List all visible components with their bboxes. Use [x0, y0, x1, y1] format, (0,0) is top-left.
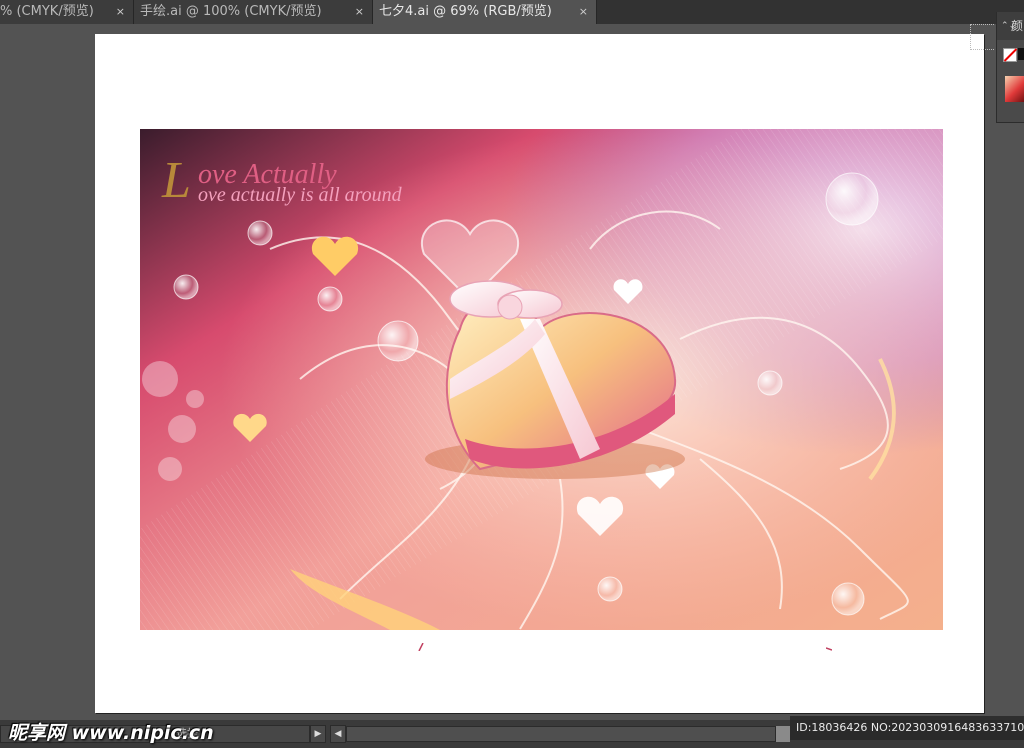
scroll-left-button[interactable]: ◀	[330, 725, 346, 743]
tab-close-icon[interactable]: ×	[116, 0, 125, 24]
tab-label: 手绘.ai @ 100% (CMYK/预览)	[140, 4, 322, 19]
panel-title: 颜	[1011, 19, 1024, 33]
tab-close-icon[interactable]: ×	[355, 0, 364, 24]
tab-label: % (CMYK/预览)	[0, 4, 94, 19]
tab-document-3[interactable]: 七夕4.ai @ 69% (RGB/预览) ×	[373, 0, 597, 24]
tab-document-1[interactable]: % (CMYK/预览) ×	[0, 0, 134, 24]
scrollbar-thumb[interactable]	[776, 726, 790, 742]
artwork-title-initial: L	[161, 152, 191, 209]
selection-frame	[970, 24, 994, 50]
color-panel-header[interactable]: ⌃⌄ 颜	[997, 12, 1024, 40]
color-spectrum[interactable]	[1005, 76, 1024, 102]
artwork-subtitle-text: ove actually is all around	[198, 184, 403, 206]
horizontal-scrollbar[interactable]	[346, 726, 776, 742]
watermark-id: ID:18036426 NO:20230309164836337101	[790, 716, 1024, 740]
status-next-button[interactable]: ▶	[310, 725, 326, 743]
black-swatch[interactable]	[1018, 48, 1024, 60]
tab-document-2[interactable]: 手绘.ai @ 100% (CMYK/预览) ×	[134, 0, 373, 24]
tab-label: 七夕4.ai @ 69% (RGB/预览)	[379, 4, 552, 19]
color-panel[interactable]: ⌃⌄ 颜	[996, 12, 1024, 123]
tab-close-icon[interactable]: ×	[579, 0, 588, 24]
artwork-image[interactable]: L ove Actually ove actually is all aroun…	[140, 129, 943, 630]
stray-mark	[418, 636, 424, 652]
watermark-logo: 昵享网 www.nipic.cn	[8, 722, 214, 744]
stray-mark	[825, 636, 833, 651]
document-tab-bar: % (CMYK/预览) × 手绘.ai @ 100% (CMYK/预览) × 七…	[0, 0, 1024, 24]
none-swatch-icon[interactable]	[1003, 48, 1017, 62]
